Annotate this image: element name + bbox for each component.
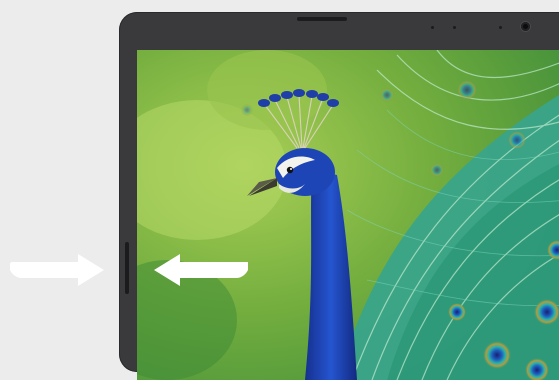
sensor-dot (453, 26, 456, 29)
sensor-dot (431, 26, 434, 29)
side-button[interactable] (125, 242, 129, 294)
sensor-dot (499, 26, 502, 29)
earpiece-speaker (297, 17, 347, 21)
arrow-right-icon (10, 254, 104, 286)
peacock-image (137, 50, 559, 380)
arrow-left-icon (154, 254, 248, 286)
front-camera (521, 22, 530, 31)
tablet-device (119, 12, 559, 380)
screen-display (137, 50, 559, 380)
